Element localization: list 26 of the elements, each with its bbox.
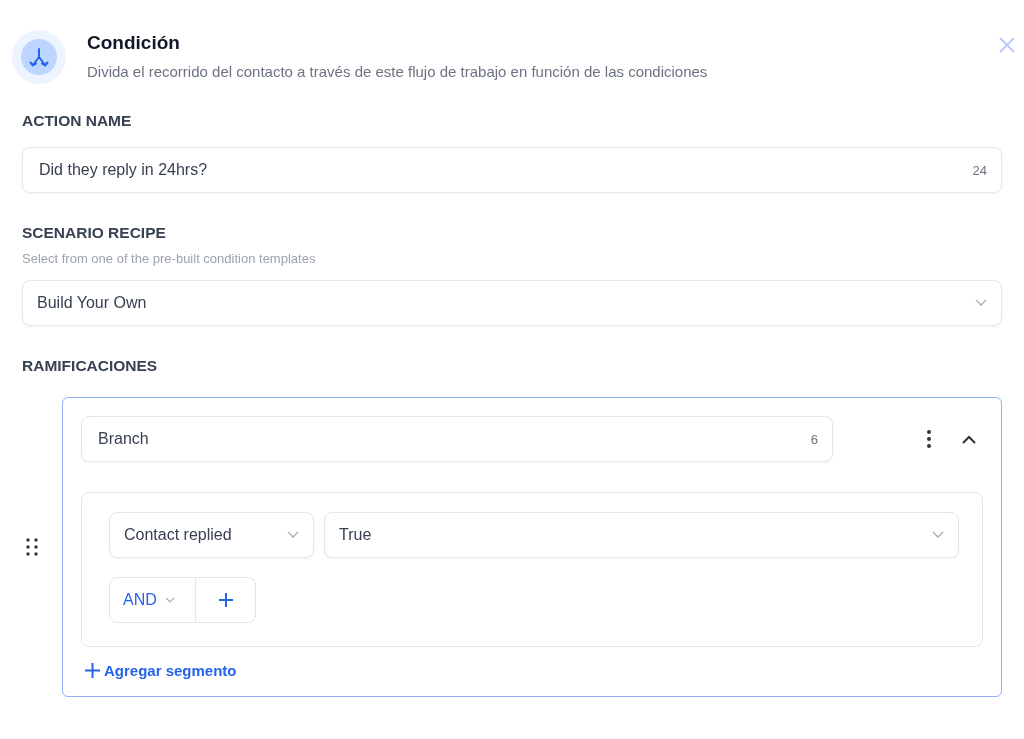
chevron-down-icon xyxy=(287,531,299,539)
chevron-down-icon xyxy=(975,299,987,307)
collapse-toggle-icon[interactable] xyxy=(962,434,976,444)
chevron-down-icon xyxy=(932,531,944,539)
add-segment-link[interactable]: Agregar segmento xyxy=(85,662,237,679)
dialog-subtitle: Divida el recorrido del contacto a través de este flujo de trabajo en función de las condiciones xyxy=(87,63,708,80)
condition-field-select[interactable]: Contact replied xyxy=(109,512,314,558)
action-name-field[interactable]: Did they reply in 24hrs? 24 xyxy=(22,147,1002,193)
plus-icon xyxy=(85,663,100,678)
drag-handle-icon[interactable] xyxy=(26,538,38,556)
section-hint: Select from one of the pre-built condition templates xyxy=(22,251,317,266)
character-count: 24 xyxy=(972,162,987,178)
plus-icon xyxy=(217,592,234,608)
section-label: SCENARIO RECIPE xyxy=(22,224,167,242)
field-value: Did they reply in 24hrs? xyxy=(39,161,209,179)
chevron-down-icon xyxy=(164,596,175,604)
branch-name-field[interactable]: Branch 6 xyxy=(81,416,833,462)
condition-value-select[interactable]: True xyxy=(324,512,959,558)
dialog-title: Condición xyxy=(87,32,181,54)
recipe-select[interactable]: Build Your Own xyxy=(22,280,1002,326)
split-arrows-icon xyxy=(12,30,66,84)
section-label: ACTION NAME xyxy=(22,112,133,130)
section-label: RAMIFICACIONES xyxy=(22,357,159,375)
character-count: 6 xyxy=(810,431,818,447)
more-options-icon[interactable] xyxy=(926,430,932,448)
field-value: Branch xyxy=(98,430,150,448)
